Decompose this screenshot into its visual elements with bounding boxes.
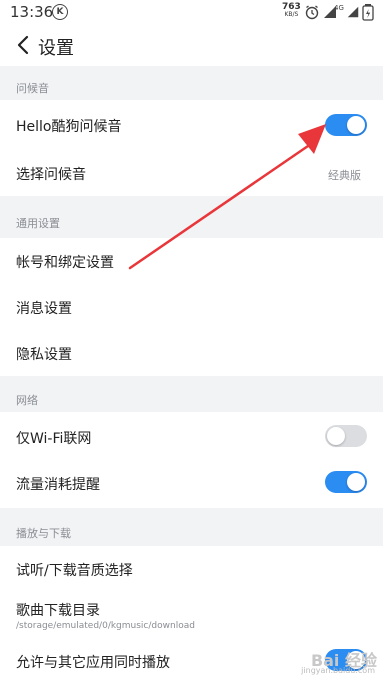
status-icons: 4G [304,2,374,22]
status-bar: 13:36 K 763 KB/S 4G [0,0,383,24]
row-label: 帐号和绑定设置 [16,255,114,271]
row-value: 经典版 [328,169,361,182]
alarm-icon [305,5,319,20]
row-label: 流量消耗提醒 [16,477,100,493]
row-hello-greeting[interactable]: Hello酷狗问候音 [0,100,383,150]
section-title: 网络 [16,394,38,407]
row-wifi-only[interactable]: 仅Wi-Fi联网 [0,412,383,460]
row-traffic-reminder[interactable]: 流量消耗提醒 [0,460,383,508]
row-label: Hello酷狗问候音 [16,119,122,135]
baidu-watermark: Bai 经验 jingyan.baidu.com [257,647,377,675]
row-download-directory[interactable]: 歌曲下载目录 /storage/emulated/0/kgmusic/downl… [0,592,383,640]
kugou-notification-icon: K [52,4,68,20]
section-title: 通用设置 [16,217,60,230]
toggle-knob [347,116,365,134]
section-header-network: 网络 [0,376,383,412]
section-header-general: 通用设置 [0,196,383,238]
row-label: 试听/下载音质选择 [16,563,133,579]
row-choose-greeting[interactable]: 选择问候音 经典版 [0,150,383,196]
row-label: 仅Wi-Fi联网 [16,431,92,447]
section-greeting: Hello酷狗问候音 选择问候音 经典版 [0,100,383,196]
wifi-only-toggle[interactable] [325,425,367,447]
section-network: 仅Wi-Fi联网 流量消耗提醒 [0,412,383,508]
row-account-settings[interactable]: 帐号和绑定设置 [0,238,383,284]
watermark-url: jingyan.baidu.com [301,666,375,675]
traffic-reminder-toggle[interactable] [325,471,367,493]
battery-icon [362,4,374,21]
section-title: 问候音 [16,82,49,95]
row-label: 隐私设置 [16,347,72,363]
signal-icon-2 [347,6,359,18]
row-label: 消息设置 [16,301,72,317]
back-arrow-icon[interactable] [12,33,36,57]
toggle-knob [327,427,345,445]
row-privacy-settings[interactable]: 隐私设置 [0,330,383,376]
row-audio-quality[interactable]: 试听/下载音质选择 [0,546,383,592]
top-bar: 设置 [0,24,383,66]
download-path: /storage/emulated/0/kgmusic/download [16,621,195,631]
row-message-settings[interactable]: 消息设置 [0,284,383,330]
net-speed-value: 763 [282,2,301,12]
network-type: 4G [334,4,344,12]
row-label: 选择问候音 [16,167,86,183]
section-header-playback: 播放与下载 [0,508,383,546]
section-title: 播放与下载 [16,527,71,540]
net-speed: 763 KB/S [282,3,301,19]
row-label: 允许与其它应用同时播放 [16,655,170,671]
hello-greeting-toggle[interactable] [325,114,367,136]
toggle-knob [347,473,365,491]
section-general: 帐号和绑定设置 消息设置 隐私设置 [0,238,383,376]
page-title: 设置 [38,38,74,59]
row-label: 歌曲下载目录 [16,603,100,619]
status-time: 13:36 [10,3,54,21]
section-header-greeting: 问候音 [0,66,383,100]
net-speed-unit: KB/S [284,11,299,18]
